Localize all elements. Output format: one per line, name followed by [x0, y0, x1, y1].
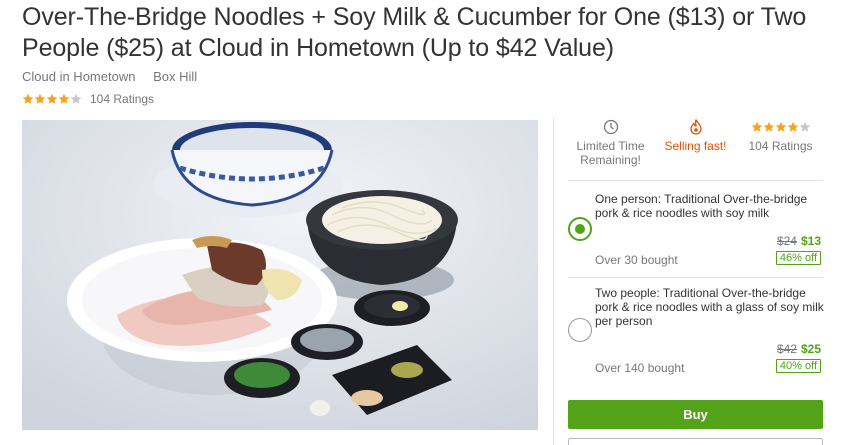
star-icon	[70, 93, 82, 104]
option-title: One person: Traditional Over-the-bridge …	[595, 192, 808, 220]
ratings-count: 104 Ratings	[90, 92, 155, 106]
option-radio[interactable]	[568, 318, 592, 342]
deal-photo[interactable]	[22, 120, 538, 430]
star-icon	[46, 93, 58, 104]
star-icon	[22, 93, 34, 104]
ratings-summary[interactable]: 104 Ratings	[22, 92, 154, 106]
discount-badge: 46% off	[775, 251, 821, 265]
option-price: $24 $13	[777, 234, 821, 248]
original-price: $42	[776, 342, 797, 356]
selling-fast-label: Selling fast!	[664, 139, 727, 153]
deal-option-one-person[interactable]: One person: Traditional Over-the-bridge …	[568, 181, 823, 277]
star-icon	[787, 121, 798, 132]
stat-star-rating	[738, 118, 823, 136]
column-divider	[553, 118, 554, 445]
bought-count: Over 30 bought	[595, 253, 678, 267]
selling-fast-stat: Selling fast!	[653, 118, 738, 178]
secondary-button[interactable]	[568, 438, 823, 445]
clock-icon	[603, 119, 618, 135]
limited-time-label: Limited Time Remaining!	[576, 139, 645, 167]
star-icon	[34, 93, 46, 104]
limited-time-stat: Limited Time Remaining!	[568, 118, 653, 178]
option-title: Two people: Traditional Over-the-bridge …	[595, 286, 824, 328]
flame-icon	[689, 119, 702, 135]
sale-price: $13	[800, 234, 821, 248]
star-rating	[22, 93, 82, 105]
star-icon	[751, 121, 762, 132]
star-icon	[763, 121, 774, 132]
merchant-link[interactable]: Cloud in Hometown	[22, 69, 135, 84]
deal-meta: Cloud in Hometown Box Hill	[22, 69, 211, 84]
buy-button[interactable]: Buy	[568, 400, 823, 429]
deal-stats: Limited Time Remaining! Selling fast! 10…	[568, 118, 823, 178]
star-icon	[775, 121, 786, 132]
stat-ratings-count: 104 Ratings	[748, 139, 813, 153]
location-label: Box Hill	[153, 69, 198, 84]
ratings-stat[interactable]: 104 Ratings	[738, 118, 823, 178]
star-icon	[58, 93, 70, 104]
deal-title: Over-The-Bridge Noodles + Soy Milk & Cuc…	[22, 3, 807, 62]
deal-photo-image	[22, 120, 538, 430]
option-radio-selected[interactable]	[568, 217, 592, 241]
deal-option-two-people[interactable]: Two people: Traditional Over-the-bridge …	[568, 278, 824, 384]
sale-price: $25	[800, 342, 821, 356]
discount-badge: 40% off	[775, 359, 821, 373]
original-price: $24	[776, 234, 797, 248]
star-icon	[799, 121, 810, 132]
option-price: $42 $25	[777, 342, 821, 356]
bought-count: Over 140 bought	[595, 361, 685, 375]
